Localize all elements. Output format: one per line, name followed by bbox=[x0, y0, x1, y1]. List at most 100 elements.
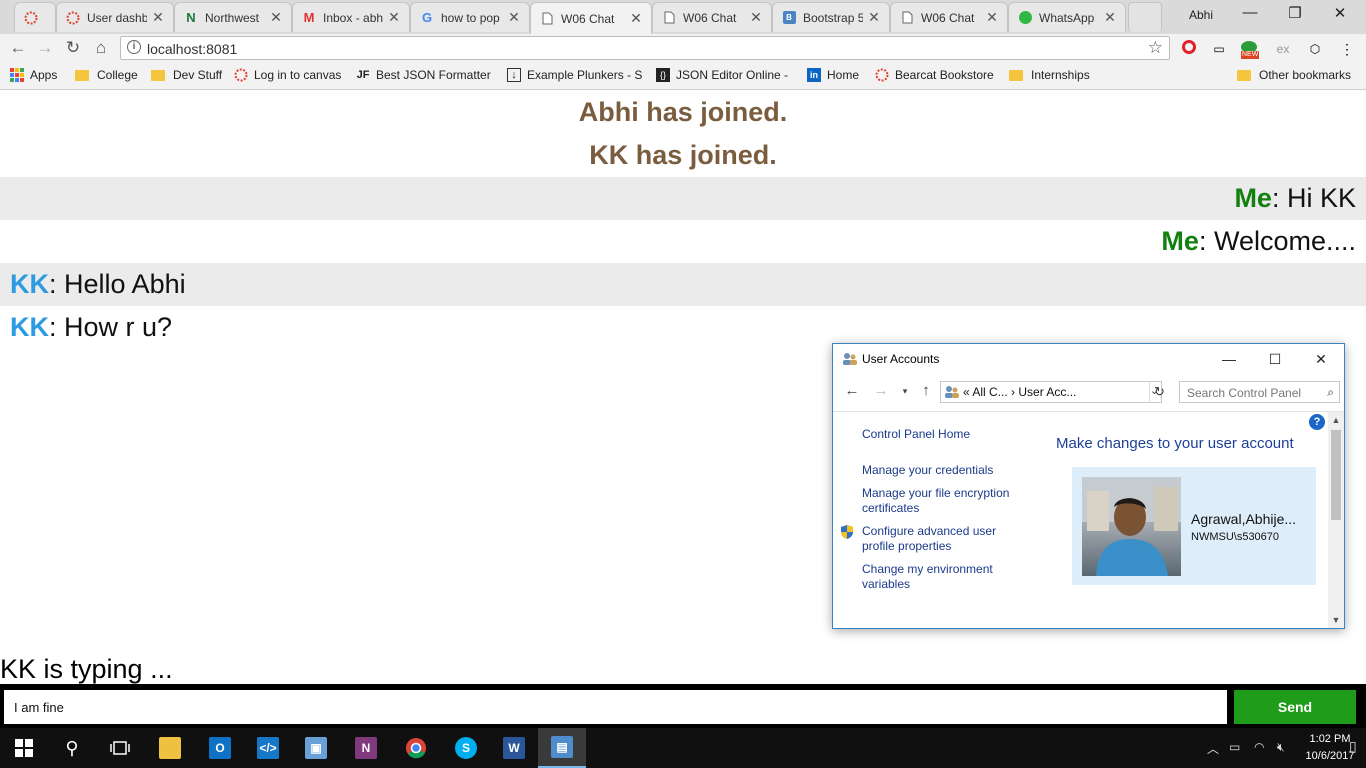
bookmark-college[interactable]: College bbox=[75, 68, 138, 82]
tab-label: WhatsApp bbox=[1039, 10, 1095, 25]
scroll-up-icon[interactable]: ▲ bbox=[1328, 415, 1344, 425]
close-icon[interactable]: ✕ bbox=[867, 9, 881, 26]
scroll-thumb[interactable] bbox=[1331, 430, 1341, 520]
profile-name[interactable]: Abhi bbox=[1189, 8, 1213, 22]
taskbar-skype[interactable]: S bbox=[442, 728, 490, 768]
cast-icon[interactable]: ▭ bbox=[1210, 40, 1228, 58]
explorer-address-row: ← → ▾ ↑ « All C... › User Acc... ⌄ ↻ Sea… bbox=[833, 378, 1344, 406]
windows-taskbar: ⚲ O </> ▣ N S W ▤ ︿ ▭ ◠ 🔇︎ 1:02 PM 10/6/… bbox=[0, 728, 1366, 768]
minimize-icon[interactable]: — bbox=[1206, 348, 1252, 370]
volume-mute-icon[interactable]: 🔇︎ bbox=[1277, 740, 1285, 755]
taskbar-outlook[interactable]: O bbox=[196, 728, 244, 768]
tab-w06-chat-2[interactable]: W06 Chat ✕ bbox=[652, 2, 772, 32]
wifi-icon[interactable]: ◠ bbox=[1254, 740, 1264, 754]
bookmark-bearcat[interactable]: Bearcat Bookstore bbox=[875, 68, 994, 82]
ex-extension-icon[interactable]: ex bbox=[1274, 40, 1292, 58]
tab-label: Inbox - abh bbox=[323, 10, 383, 25]
bookmark-json-editor[interactable]: {} JSON Editor Online - bbox=[656, 68, 788, 82]
forward-arrow-icon[interactable]: → bbox=[35, 38, 55, 58]
tab-northwest[interactable]: N Northwest ✕ bbox=[174, 2, 292, 32]
close-window-icon[interactable]: ✕ bbox=[1320, 4, 1360, 22]
taskbar-word[interactable]: W bbox=[490, 728, 538, 768]
close-icon[interactable]: ✕ bbox=[629, 10, 643, 27]
explorer-address-bar[interactable]: « All C... › User Acc... ⌄ bbox=[940, 381, 1162, 403]
bookmark-dev-stuff[interactable]: Dev Stuff bbox=[151, 68, 222, 82]
folder-icon bbox=[151, 69, 165, 81]
users-icon bbox=[842, 352, 858, 366]
vertical-scrollbar[interactable]: ▲ ▼ bbox=[1328, 412, 1344, 628]
up-arrow-icon[interactable]: ↑ bbox=[916, 382, 936, 399]
taskbar-file-explorer[interactable] bbox=[146, 728, 194, 768]
tab-whatsapp[interactable]: WhatsApp ✕ bbox=[1008, 2, 1126, 32]
control-panel-icon bbox=[944, 385, 959, 402]
tab-user-dashboard[interactable]: User dashb ✕ bbox=[56, 2, 174, 32]
close-icon[interactable]: ✕ bbox=[985, 9, 999, 26]
maximize-icon[interactable]: ☐ bbox=[1252, 348, 1298, 370]
extension-new-icon[interactable]: NEW bbox=[1240, 40, 1260, 59]
bookmark-json-formatter[interactable]: JF Best JSON Formatter bbox=[356, 68, 491, 82]
window-titlebar[interactable]: User Accounts — ☐ ✕ bbox=[833, 344, 1344, 374]
close-icon[interactable]: ✕ bbox=[507, 9, 521, 26]
tab-inbox[interactable]: M Inbox - abh ✕ bbox=[292, 2, 410, 32]
message-input[interactable] bbox=[4, 690, 1227, 724]
tab-canvas-pinned[interactable] bbox=[14, 2, 56, 32]
taskbar-onenote[interactable]: N bbox=[342, 728, 390, 768]
restore-icon[interactable]: ❐ bbox=[1275, 4, 1315, 22]
taskbar-vscode[interactable]: </> bbox=[244, 728, 292, 768]
link-file-encryption[interactable]: Manage your file encryption certificates bbox=[862, 486, 1032, 516]
tab-bootstrap[interactable]: B Bootstrap 5 ✕ bbox=[772, 2, 890, 32]
scroll-down-icon[interactable]: ▼ bbox=[1328, 615, 1344, 625]
send-button[interactable]: Send bbox=[1234, 690, 1356, 724]
address-bar[interactable]: i localhost:8081 ☆ bbox=[120, 36, 1170, 60]
tab-w06-chat-active[interactable]: W06 Chat ✕ bbox=[530, 2, 652, 34]
close-icon[interactable]: ✕ bbox=[1298, 348, 1344, 370]
link-environment-variables[interactable]: Change my environment variables bbox=[862, 562, 1032, 592]
refresh-icon[interactable]: ↻ bbox=[1149, 381, 1169, 403]
bookmark-apps[interactable]: Apps bbox=[10, 68, 57, 82]
search-control-panel-input[interactable]: Search Control Panel ⌕ bbox=[1179, 381, 1340, 403]
taskbar-virtualbox[interactable]: ▣ bbox=[292, 728, 340, 768]
help-icon[interactable]: ? bbox=[1309, 414, 1325, 430]
link-manage-credentials[interactable]: Manage your credentials bbox=[862, 463, 1032, 478]
reload-icon[interactable]: ↻ bbox=[63, 38, 83, 58]
new-tab-button[interactable] bbox=[1128, 2, 1162, 32]
bookmark-plunkers[interactable]: ↓ Example Plunkers - S bbox=[507, 68, 642, 82]
link-advanced-profile[interactable]: Configure advanced user profile properti… bbox=[862, 524, 1032, 554]
tab-google-search[interactable]: G how to pop ✕ bbox=[410, 2, 530, 32]
taskbar-control-panel[interactable]: ▤ bbox=[538, 728, 586, 768]
menu-icon[interactable]: ⋮ bbox=[1338, 40, 1356, 58]
close-icon[interactable]: ✕ bbox=[269, 9, 283, 26]
close-icon[interactable]: ✕ bbox=[749, 9, 763, 26]
onenote-icon: N bbox=[355, 737, 377, 759]
search-button[interactable]: ⚲ bbox=[48, 728, 96, 768]
home-icon[interactable]: ⌂ bbox=[91, 38, 111, 58]
start-button[interactable] bbox=[0, 728, 48, 768]
recent-locations-chevron-icon[interactable]: ▾ bbox=[895, 386, 915, 397]
battery-icon[interactable]: ▭ bbox=[1229, 740, 1240, 754]
close-icon[interactable]: ✕ bbox=[151, 9, 165, 26]
bookmark-other[interactable]: Other bookmarks bbox=[1237, 68, 1351, 82]
info-icon[interactable]: i bbox=[127, 40, 141, 54]
breadcrumb[interactable]: « All C... › User Acc... bbox=[963, 385, 1076, 399]
link-control-panel-home[interactable]: Control Panel Home bbox=[862, 427, 1032, 442]
close-icon[interactable]: ✕ bbox=[387, 9, 401, 26]
back-arrow-icon[interactable]: ← bbox=[842, 382, 862, 399]
bookmark-canvas[interactable]: Log in to canvas bbox=[234, 68, 341, 82]
forward-arrow-icon[interactable]: → bbox=[871, 382, 891, 399]
bookmark-linkedin-home[interactable]: in Home bbox=[807, 68, 859, 82]
notifications-icon[interactable]: ▯ bbox=[1349, 738, 1357, 755]
task-view-button[interactable] bbox=[96, 728, 144, 768]
tab-w06-chat-3[interactable]: W06 Chat ✕ bbox=[890, 2, 1008, 32]
divider bbox=[833, 411, 1344, 412]
minimize-icon[interactable]: — bbox=[1230, 4, 1270, 21]
bookmark-internships[interactable]: Internships bbox=[1009, 68, 1090, 82]
taskbar-chrome[interactable] bbox=[392, 728, 440, 768]
shield-extension-icon[interactable]: ⬡ bbox=[1306, 40, 1324, 58]
bookmark-star-icon[interactable]: ☆ bbox=[1148, 38, 1163, 58]
back-arrow-icon[interactable]: ← bbox=[8, 38, 28, 58]
opera-icon[interactable] bbox=[1180, 40, 1198, 58]
show-hidden-icons-chevron-icon[interactable]: ︿ bbox=[1207, 740, 1219, 757]
bookmark-label: JSON Editor Online - bbox=[676, 68, 789, 82]
close-icon[interactable]: ✕ bbox=[1103, 9, 1117, 26]
window-title: User Accounts bbox=[862, 352, 940, 366]
